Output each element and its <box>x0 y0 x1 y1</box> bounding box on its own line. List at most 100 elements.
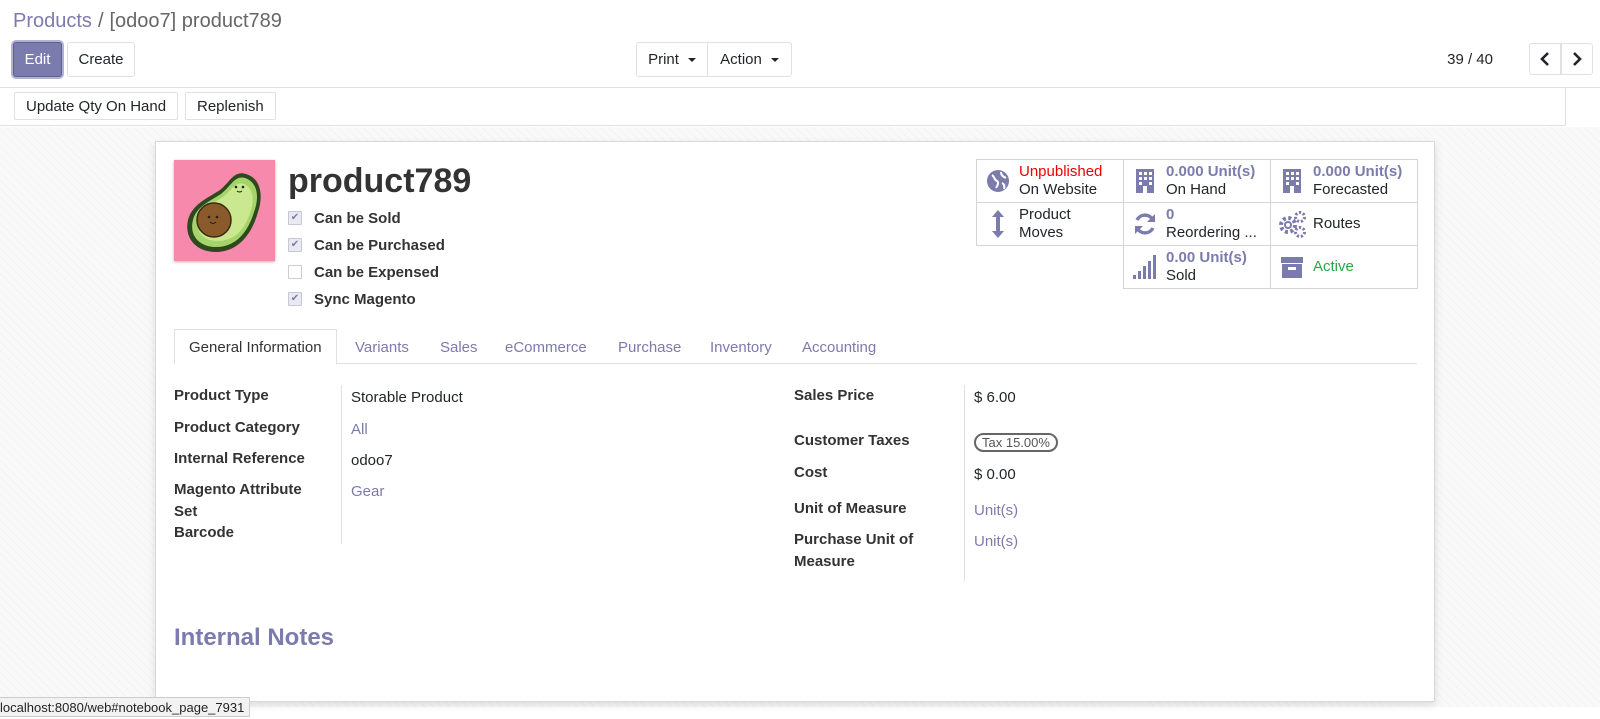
cost-value: $ 0.00 <box>974 466 1016 483</box>
caret-down-icon <box>687 57 696 62</box>
tab-accounting[interactable]: Accounting <box>788 329 890 365</box>
arrows-vertical-icon <box>977 208 1019 240</box>
active-label: Active <box>1313 258 1354 275</box>
unit-of-measure-link[interactable]: Unit(s) <box>974 500 1018 522</box>
tax-tag[interactable]: Tax 15.00% <box>974 433 1058 452</box>
signal-bars-icon <box>1124 254 1166 280</box>
magento-attribute-set-label-line2: Set <box>174 503 198 520</box>
magento-attribute-set-label: Magento Attribute Set <box>174 479 302 523</box>
purchase-uom-label: Purchase Unit of Measure <box>794 529 913 573</box>
pager-value[interactable]: 39 / 40 <box>1447 51 1493 68</box>
browser-status-url: localhost:8080/web#notebook_page_7931 <box>0 697 250 717</box>
check-label: Can be Sold <box>314 209 401 227</box>
internal-notes-title: Internal Notes <box>174 624 335 651</box>
barcode-label: Barcode <box>174 524 235 541</box>
website-status: Unpublished <box>1019 163 1103 180</box>
chevron-left-icon <box>1540 52 1549 66</box>
purchase-uom-link[interactable]: Unit(s) <box>974 531 1018 553</box>
purchase-uom-label-line2: Measure <box>794 553 855 570</box>
checkbox-icon: ✔ <box>288 238 302 252</box>
form-sheet: product789 ✔ Can be Sold ✔ Can be Purcha… <box>155 141 1435 702</box>
caret-down-icon <box>770 57 779 62</box>
product-moves-button[interactable]: Product Moves <box>976 202 1124 246</box>
breadcrumb-products-link[interactable]: Products <box>13 10 92 32</box>
print-dropdown[interactable]: Print <box>636 42 708 77</box>
product-category-link[interactable]: All <box>351 419 368 441</box>
website-label: On Website <box>1019 181 1098 198</box>
cost-label: Cost <box>794 464 828 481</box>
reordering-label: Reordering ... <box>1166 224 1257 241</box>
on-hand-value: 0.000 Unit(s) <box>1166 163 1256 180</box>
routes-button[interactable]: Routes <box>1270 202 1418 246</box>
forecasted-button[interactable]: 0.000 Unit(s) Forecasted <box>1270 159 1418 203</box>
tab-purchase[interactable]: Purchase <box>604 329 695 365</box>
product-category-label: Product Category <box>174 419 300 436</box>
active-toggle-button[interactable]: Active <box>1270 245 1418 289</box>
action-dropdown[interactable]: Action <box>707 42 792 77</box>
tab-general-information[interactable]: General Information <box>174 329 337 365</box>
tab-inventory[interactable]: Inventory <box>696 329 786 365</box>
magento-attribute-set-label-line1: Magento Attribute <box>174 481 302 498</box>
internal-reference-value: odoo7 <box>351 452 393 469</box>
pager-previous-button[interactable] <box>1529 43 1561 75</box>
pager-next-button[interactable] <box>1561 43 1593 75</box>
globe-icon <box>977 169 1019 193</box>
product-moves-line1: Product <box>1019 206 1071 223</box>
breadcrumb-separator: / <box>97 10 104 32</box>
can-be-expensed-checkbox[interactable]: Can be Expensed <box>288 262 439 282</box>
tab-ecommerce[interactable]: eCommerce <box>491 329 601 365</box>
check-label: Can be Purchased <box>314 236 445 254</box>
replenish-button[interactable]: Replenish <box>185 92 276 120</box>
sales-price-label: Sales Price <box>794 387 875 404</box>
refresh-icon <box>1124 211 1166 237</box>
right-group-divider <box>964 385 965 581</box>
on-hand-button[interactable]: 0.000 Unit(s) On Hand <box>1123 159 1271 203</box>
checkbox-icon: ✔ <box>288 211 302 225</box>
product-name: product789 <box>288 162 472 200</box>
checkbox-icon <box>288 265 302 279</box>
print-label: Print <box>648 51 679 68</box>
action-label: Action <box>720 51 762 68</box>
chevron-right-icon <box>1573 52 1582 66</box>
website-publish-button[interactable]: Unpublished On Website <box>976 159 1124 203</box>
internal-reference-label: Internal Reference <box>174 450 305 467</box>
product-moves-line2: Moves <box>1019 224 1064 241</box>
form-statusbar: Update Qty On Hand Replenish <box>0 88 1566 126</box>
customer-taxes-label: Customer Taxes <box>794 432 910 449</box>
check-label: Can be Expensed <box>314 263 440 281</box>
magento-attribute-set-link[interactable]: Gear <box>351 481 384 503</box>
forecasted-value: 0.000 Unit(s) <box>1313 163 1403 180</box>
reordering-rules-button[interactable]: 0 Reordering ... <box>1123 202 1271 246</box>
create-button[interactable]: Create <box>67 42 135 77</box>
left-group-divider <box>341 385 342 544</box>
sold-label: Sold <box>1166 267 1197 284</box>
sync-magento-checkbox[interactable]: ✔ Sync Magento <box>288 289 416 309</box>
checkbox-icon: ✔ <box>288 292 302 306</box>
update-qty-button[interactable]: Update Qty On Hand <box>14 92 179 120</box>
building-icon <box>1124 168 1166 194</box>
tab-sales[interactable]: Sales <box>426 329 492 365</box>
archive-icon <box>1271 255 1313 279</box>
tab-variants[interactable]: Variants <box>341 329 423 365</box>
breadcrumb-current: [odoo7] product789 <box>109 10 282 32</box>
forecasted-label: Forecasted <box>1313 181 1389 198</box>
building-icon <box>1271 168 1313 194</box>
product-type-label: Product Type <box>174 387 269 404</box>
check-label: Sync Magento <box>314 290 416 308</box>
edit-button[interactable]: Edit <box>13 42 62 77</box>
product-image[interactable] <box>174 160 275 261</box>
cogs-icon <box>1271 210 1313 238</box>
product-type-value: Storable Product <box>351 389 463 406</box>
on-hand-label: On Hand <box>1166 181 1227 198</box>
unit-of-measure-label: Unit of Measure <box>794 500 907 517</box>
purchase-uom-label-line1: Purchase Unit of <box>794 531 914 548</box>
sales-price-value: $ 6.00 <box>974 389 1016 406</box>
reordering-value: 0 <box>1166 206 1175 223</box>
can-be-purchased-checkbox[interactable]: ✔ Can be Purchased <box>288 235 445 255</box>
sold-button[interactable]: 0.00 Unit(s) Sold <box>1123 245 1271 289</box>
control-panel: Products / [odoo7] product789 Edit Create … <box>0 0 1600 88</box>
avocado-image-icon <box>187 173 261 252</box>
can-be-sold-checkbox[interactable]: ✔ Can be Sold <box>288 208 401 228</box>
breadcrumb: Products / [odoo7] product789 <box>13 10 282 33</box>
routes-label: Routes <box>1313 215 1361 232</box>
